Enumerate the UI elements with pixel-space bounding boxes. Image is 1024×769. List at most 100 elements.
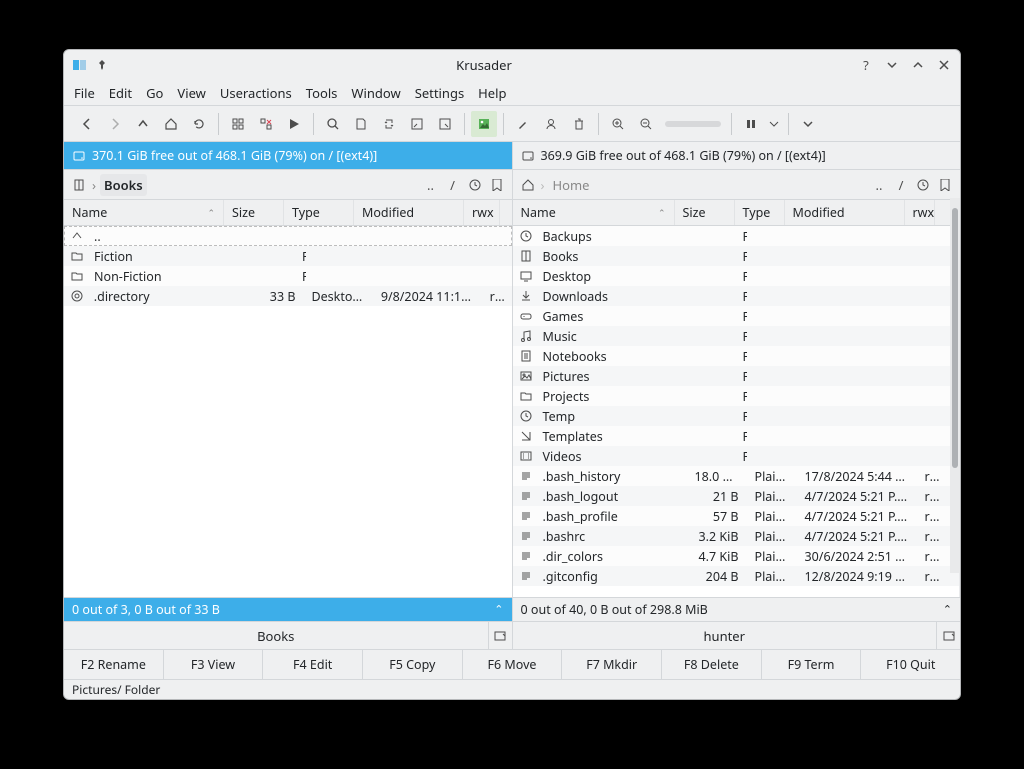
refresh-icon[interactable] (186, 111, 212, 137)
up-icon[interactable] (130, 111, 156, 137)
dotdot-icon[interactable]: .. (422, 176, 440, 194)
menu-window[interactable]: Window (351, 84, 400, 102)
termright-icon[interactable] (432, 111, 458, 137)
f10-quit[interactable]: F10 Quit (861, 650, 960, 679)
f6-move[interactable]: F6 Move (463, 650, 563, 679)
left-panel: 370.1 GiB free out of 468.1 GiB (79%) on… (64, 142, 512, 649)
hdr-size[interactable]: Size (224, 200, 284, 225)
menu-help[interactable]: Help (478, 84, 506, 102)
file-row[interactable]: .dir_colors4.7 KiBPlain t…30/6/2024 2:51… (513, 546, 960, 566)
history-icon[interactable] (914, 176, 932, 194)
f4-edit[interactable]: F4 Edit (263, 650, 363, 679)
minimize-icon[interactable] (884, 57, 900, 73)
help-icon[interactable]: ? (858, 57, 874, 73)
f2-rename[interactable]: F2 Rename (64, 650, 164, 679)
right-location: hunter (513, 621, 961, 649)
loc-dropdown-icon[interactable] (488, 622, 512, 649)
close-icon[interactable] (936, 57, 952, 73)
hdr-size[interactable]: Size (675, 200, 735, 225)
f9-term[interactable]: F9 Term (762, 650, 862, 679)
menu-useractions[interactable]: Useractions (220, 84, 292, 102)
pin-icon[interactable] (94, 57, 110, 73)
right-crumb[interactable]: Home (549, 174, 594, 196)
right-header: Name⌃ Size Type Modified rwx (513, 200, 961, 226)
music-icon (513, 329, 535, 343)
clock-icon (513, 229, 535, 243)
titlebar[interactable]: Krusader ? (64, 50, 960, 80)
menu-tools[interactable]: Tools (306, 84, 338, 102)
file-row[interactable]: .bash_profile57 BPlain t…4/7/2024 5:21 P… (513, 506, 960, 526)
run-icon[interactable] (281, 111, 307, 137)
user-icon[interactable] (538, 111, 564, 137)
pause-icon[interactable] (738, 111, 764, 137)
left-crumb[interactable]: Books (100, 174, 147, 196)
right-file-list[interactable]: BackupsFolder10/8/2024 12:27 P. M.rwxBoo… (513, 226, 961, 597)
hdr-modified[interactable]: Modified (354, 200, 464, 225)
home-icon[interactable] (519, 176, 537, 194)
file-name: Fiction (86, 248, 246, 265)
clock-icon (513, 409, 535, 423)
file-name: .dir_colors (535, 548, 687, 565)
history-icon[interactable] (466, 176, 484, 194)
chevron-up-icon[interactable]: ⌃ (494, 602, 503, 617)
hdr-rwx[interactable]: rwx (905, 200, 935, 225)
menu-file[interactable]: File (74, 84, 95, 102)
krusader-window: Krusader ? File Edit Go View Useractions… (63, 49, 961, 700)
chevron-down-icon[interactable] (766, 111, 782, 137)
book-icon[interactable] (70, 176, 88, 194)
overflow-icon[interactable] (795, 111, 821, 137)
file-row[interactable]: .bashrc3.2 KiBPlain t…4/7/2024 5:21 P. M… (513, 526, 960, 546)
edit-path-icon[interactable]: / (444, 176, 462, 194)
f3-view[interactable]: F3 View (164, 650, 264, 679)
hdr-type[interactable]: Type (735, 200, 785, 225)
file-row[interactable]: .bash_history18.0 KiBPlain t…17/8/2024 5… (513, 466, 960, 486)
newfile-icon[interactable] (348, 111, 374, 137)
hdr-name[interactable]: Name⌃ (513, 200, 675, 225)
menu-settings[interactable]: Settings (415, 84, 464, 102)
app-icon (72, 57, 88, 73)
forward-icon[interactable] (102, 111, 128, 137)
zoom-in-icon[interactable] (605, 111, 631, 137)
brush-icon[interactable] (510, 111, 536, 137)
menu-go[interactable]: Go (146, 84, 163, 102)
left-file-list[interactable]: ..FictionFolder10/8/2024 5:04 P. M.rwxNo… (64, 226, 512, 597)
file-row[interactable]: .gitconfig204 BPlain t…12/8/2024 9:19 A.… (513, 566, 960, 586)
unselect-icon[interactable] (253, 111, 279, 137)
file-perm: rw- (917, 568, 945, 585)
file-row[interactable]: VideosFolder12/8/2024 10:30 P. M.rwx (513, 446, 960, 466)
right-disk-bar[interactable]: 369.9 GiB free out of 468.1 GiB (79%) on… (513, 142, 961, 170)
zoom-slider[interactable] (665, 121, 721, 127)
back-icon[interactable] (74, 111, 100, 137)
f7-mkdir[interactable]: F7 Mkdir (562, 650, 662, 679)
file-type: Plain t… (747, 548, 797, 565)
file-row[interactable]: .bash_logout21 BPlain t…4/7/2024 5:21 P.… (513, 486, 960, 506)
loc-dropdown-icon[interactable] (936, 622, 960, 649)
file-row[interactable]: .directory33 BDesktop en…9/8/2024 11:16 … (64, 286, 512, 306)
f8-delete[interactable]: F8 Delete (662, 650, 762, 679)
edit-path-icon[interactable]: / (892, 176, 910, 194)
home-icon[interactable] (158, 111, 184, 137)
termleft-icon[interactable] (404, 111, 430, 137)
hdr-modified[interactable]: Modified (785, 200, 905, 225)
chevron-up-icon[interactable]: ⌃ (943, 602, 952, 617)
sync-icon[interactable] (376, 111, 402, 137)
maximize-icon[interactable] (910, 57, 926, 73)
menu-view[interactable]: View (177, 84, 205, 102)
scrollbar-thumb[interactable] (952, 208, 958, 468)
zoom-out-icon[interactable] (633, 111, 659, 137)
search-icon[interactable] (320, 111, 346, 137)
image-icon[interactable] (471, 111, 497, 137)
menu-edit[interactable]: Edit (109, 84, 132, 102)
trash-icon[interactable] (566, 111, 592, 137)
f5-copy[interactable]: F5 Copy (363, 650, 463, 679)
select-icon[interactable] (225, 111, 251, 137)
hdr-name[interactable]: Name⌃ (64, 200, 224, 225)
dotdot-icon[interactable]: .. (870, 176, 888, 194)
left-disk-bar[interactable]: 370.1 GiB free out of 468.1 GiB (79%) on… (64, 142, 512, 170)
file-row[interactable]: Non-FictionFolder10/8/2024 5:05 P. M.rwx (64, 266, 512, 286)
bookmark-icon[interactable] (488, 176, 506, 194)
hdr-type[interactable]: Type (284, 200, 354, 225)
bookmark-icon[interactable] (936, 176, 954, 194)
hdr-rwx[interactable]: rwx (464, 200, 500, 225)
up-icon (64, 229, 86, 243)
